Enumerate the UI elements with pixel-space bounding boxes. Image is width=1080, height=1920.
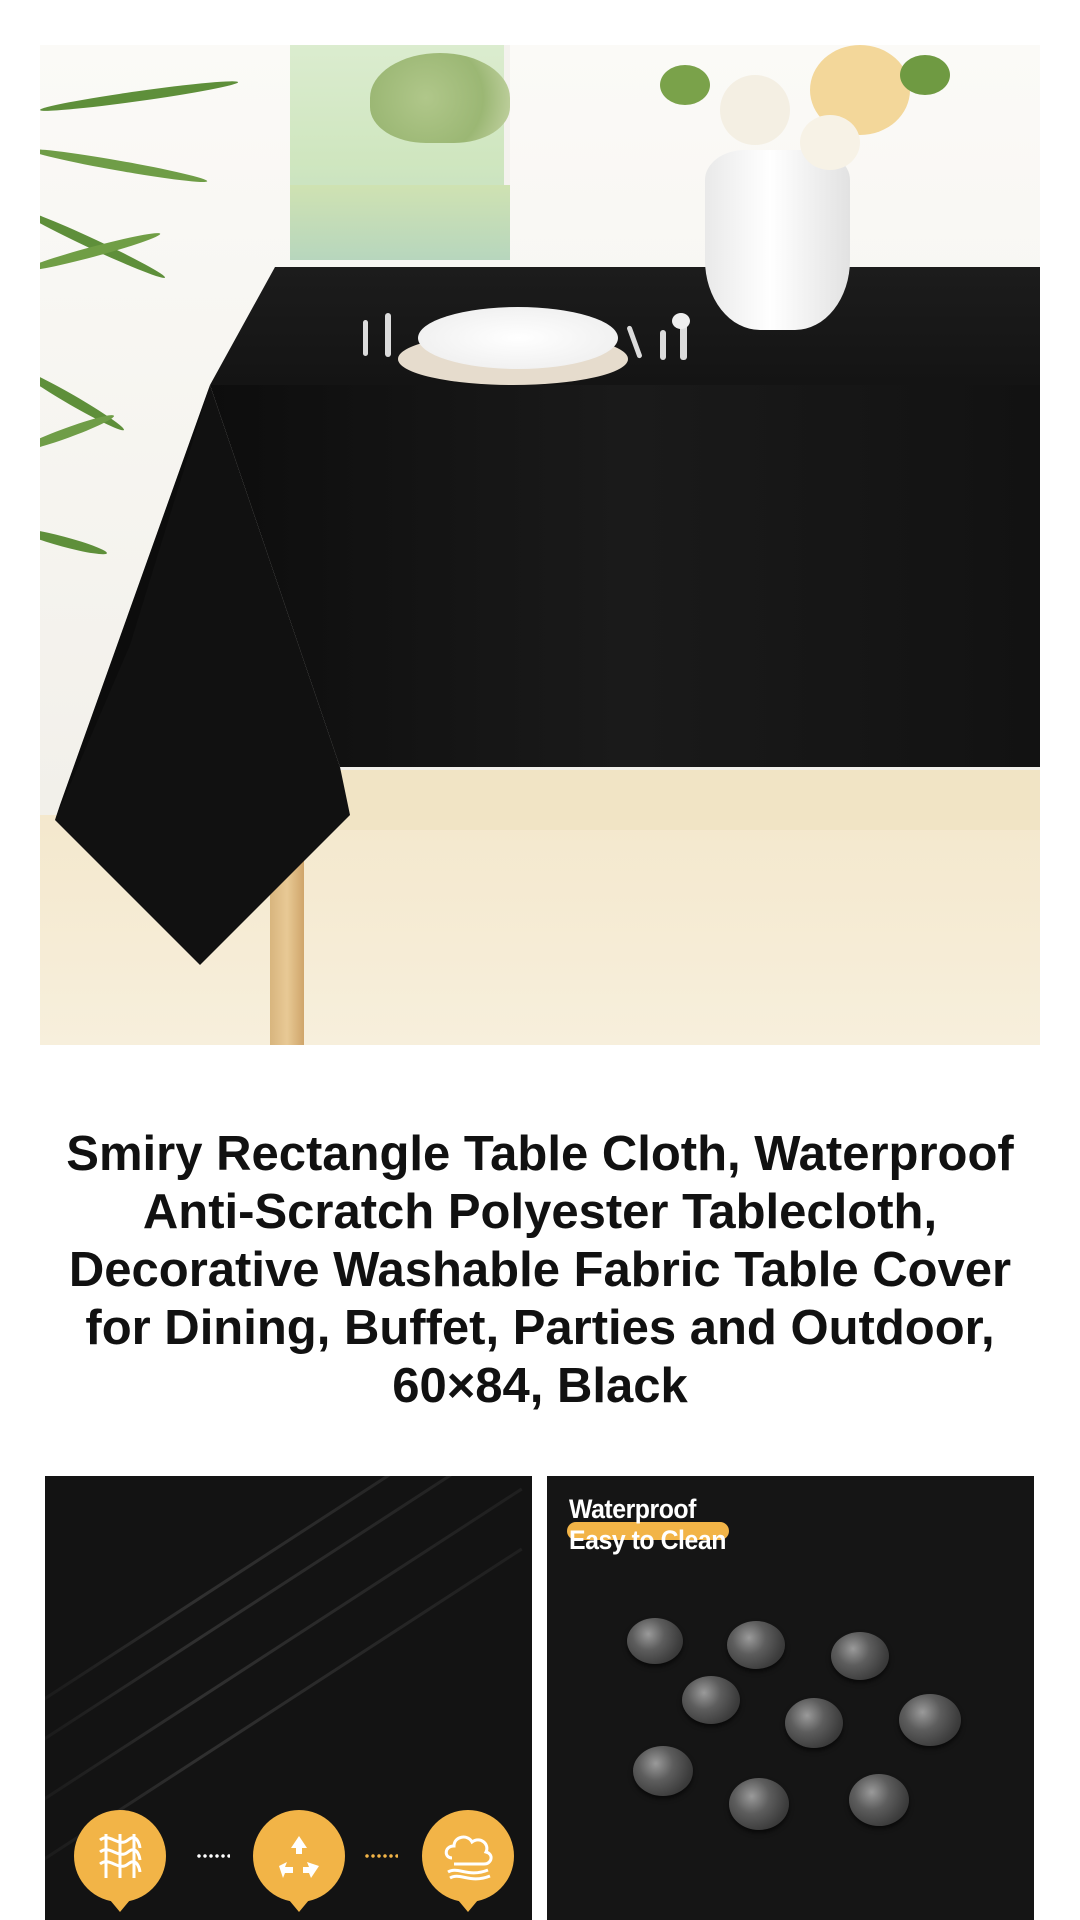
water-droplet — [785, 1698, 843, 1748]
water-droplet — [849, 1774, 909, 1826]
water-droplet — [831, 1632, 889, 1680]
product-title: Smiry Rectangle Table Cloth, Waterproof … — [66, 1127, 1014, 1413]
dinner-plate — [418, 307, 618, 369]
tablecloth-drape — [55, 267, 1040, 965]
spoon-icon — [660, 330, 666, 360]
waterproof-headline: Waterproof Easy to Clean — [569, 1494, 726, 1556]
recycle-icon — [253, 1810, 345, 1912]
fabric-weave-icon — [74, 1810, 166, 1912]
water-droplet — [729, 1778, 789, 1830]
water-droplet — [727, 1621, 785, 1669]
separator-dots — [196, 1854, 230, 1858]
separator-dots — [364, 1854, 398, 1858]
water-droplet — [627, 1618, 683, 1664]
product-main-image[interactable] — [40, 45, 1040, 1045]
water-droplet — [633, 1746, 693, 1796]
water-droplet — [899, 1694, 961, 1746]
flower-bouquet — [720, 75, 790, 145]
headline-line-1: Waterproof — [569, 1494, 696, 1524]
water-droplet — [682, 1676, 740, 1724]
washable-cloud-icon — [422, 1810, 514, 1912]
product-image-waterproof[interactable]: Waterproof Easy to Clean — [547, 1476, 1034, 1920]
headline-line-2: Easy to Clean — [569, 1525, 726, 1555]
flower-vase — [705, 150, 850, 330]
fork-icon — [363, 320, 368, 356]
